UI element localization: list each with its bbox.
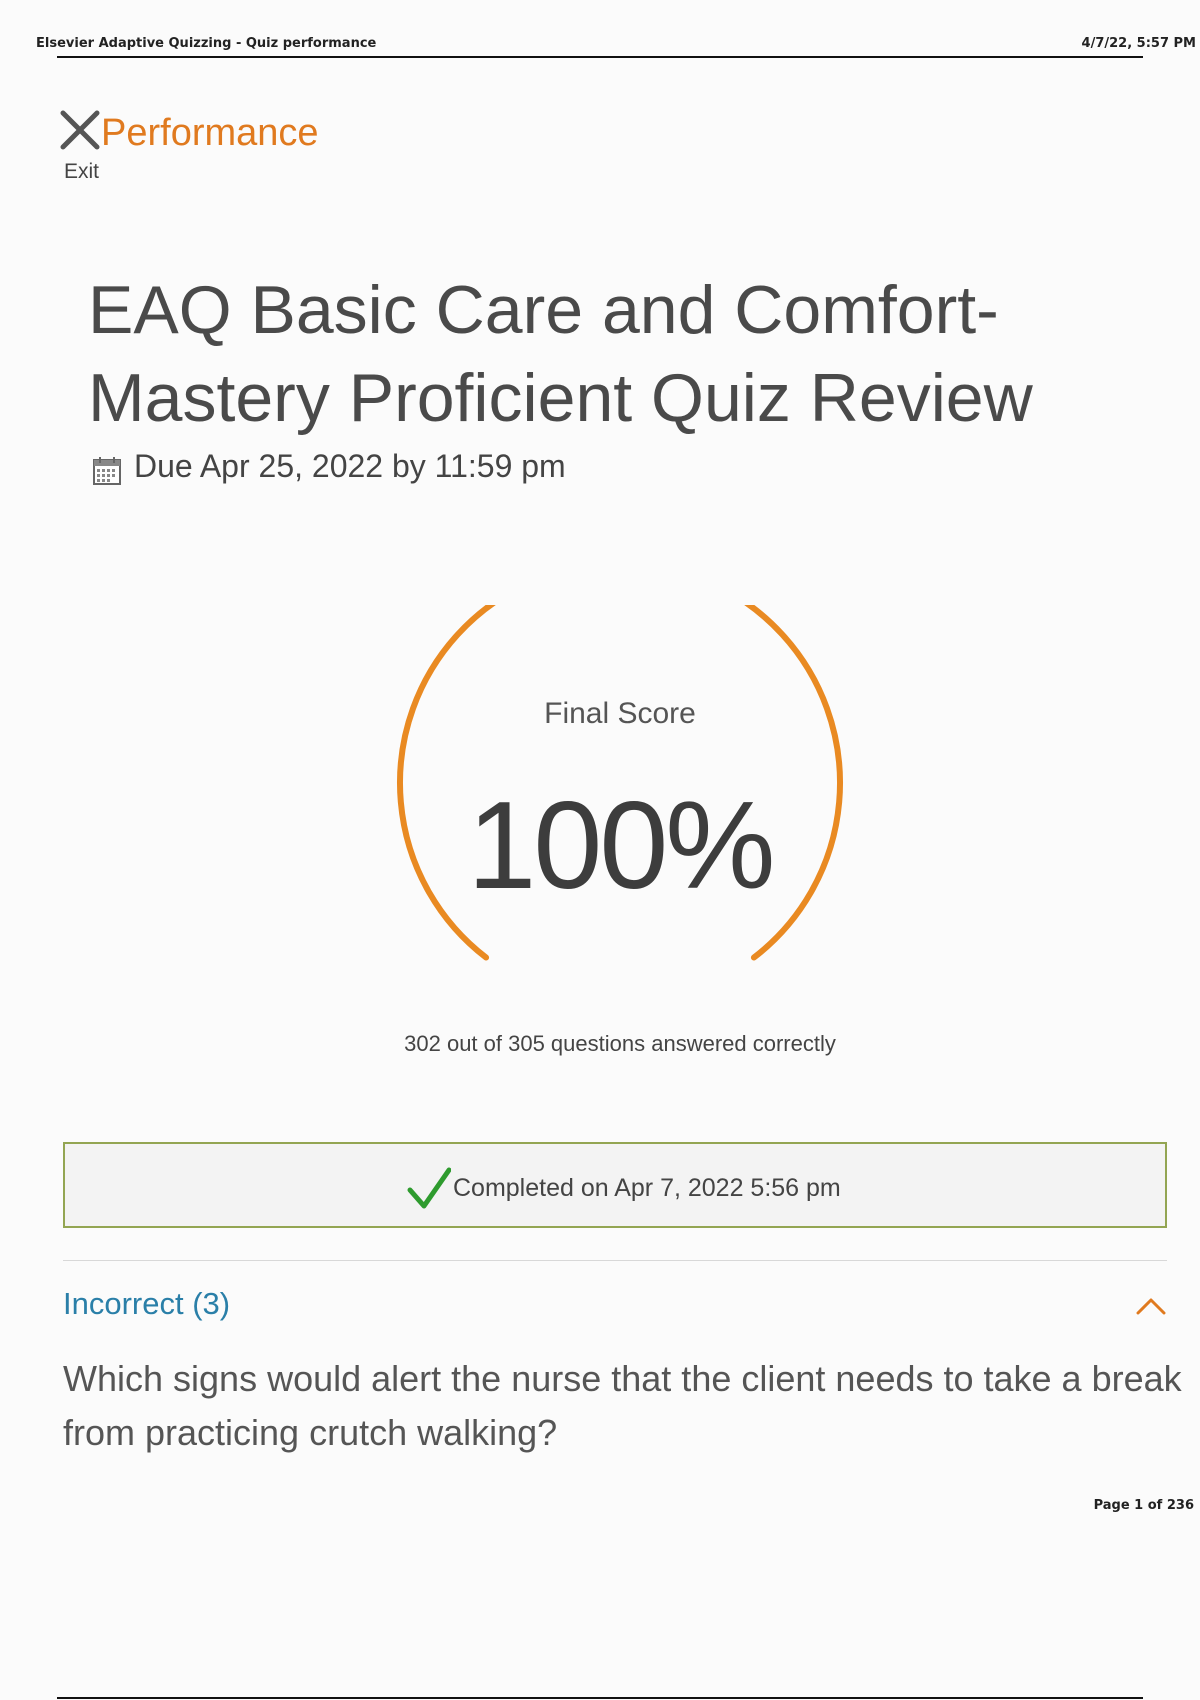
due-date: Due Apr 25, 2022 by 11:59 pm bbox=[134, 448, 566, 484]
page-title: Performance bbox=[101, 112, 319, 154]
print-header: Elsevier Adaptive Quizzing - Quiz perfor… bbox=[36, 36, 1196, 54]
calendar-icon bbox=[93, 457, 121, 485]
exit-button[interactable]: Exit bbox=[60, 108, 104, 188]
header-divider bbox=[57, 56, 1143, 58]
completed-status: Completed on Apr 7, 2022 5:56 pm bbox=[453, 1174, 841, 1202]
final-score-value: 100% bbox=[467, 777, 775, 915]
chevron-up-icon[interactable] bbox=[1135, 1296, 1167, 1316]
print-header-title: Elsevier Adaptive Quizzing - Quiz perfor… bbox=[36, 36, 377, 51]
section-divider bbox=[63, 1260, 1167, 1261]
final-score-label: Final Score bbox=[544, 697, 696, 730]
question-text: Which signs would alert the nurse that t… bbox=[63, 1358, 1182, 1453]
print-header-datetime: 4/7/22, 5:57 PM bbox=[1081, 36, 1196, 51]
checkmark-icon bbox=[407, 1167, 451, 1209]
exit-label: Exit bbox=[64, 160, 100, 183]
questions-summary: 302 out of 305 questions answered correc… bbox=[404, 1031, 836, 1056]
footer-divider bbox=[57, 1697, 1143, 1699]
page-number: Page 1 of 236 bbox=[1093, 1498, 1194, 1513]
score-gauge: Final Score 100% 302 out of 305 question… bbox=[370, 605, 870, 1085]
quiz-title: EAQ Basic Care and Comfort-Mastery Profi… bbox=[88, 272, 1033, 436]
incorrect-section-label: Incorrect (3) bbox=[63, 1286, 231, 1321]
close-icon bbox=[60, 110, 100, 150]
incorrect-section-toggle[interactable]: Incorrect (3) bbox=[63, 1286, 1167, 1330]
completed-banner: Completed on Apr 7, 2022 5:56 pm bbox=[63, 1142, 1167, 1228]
